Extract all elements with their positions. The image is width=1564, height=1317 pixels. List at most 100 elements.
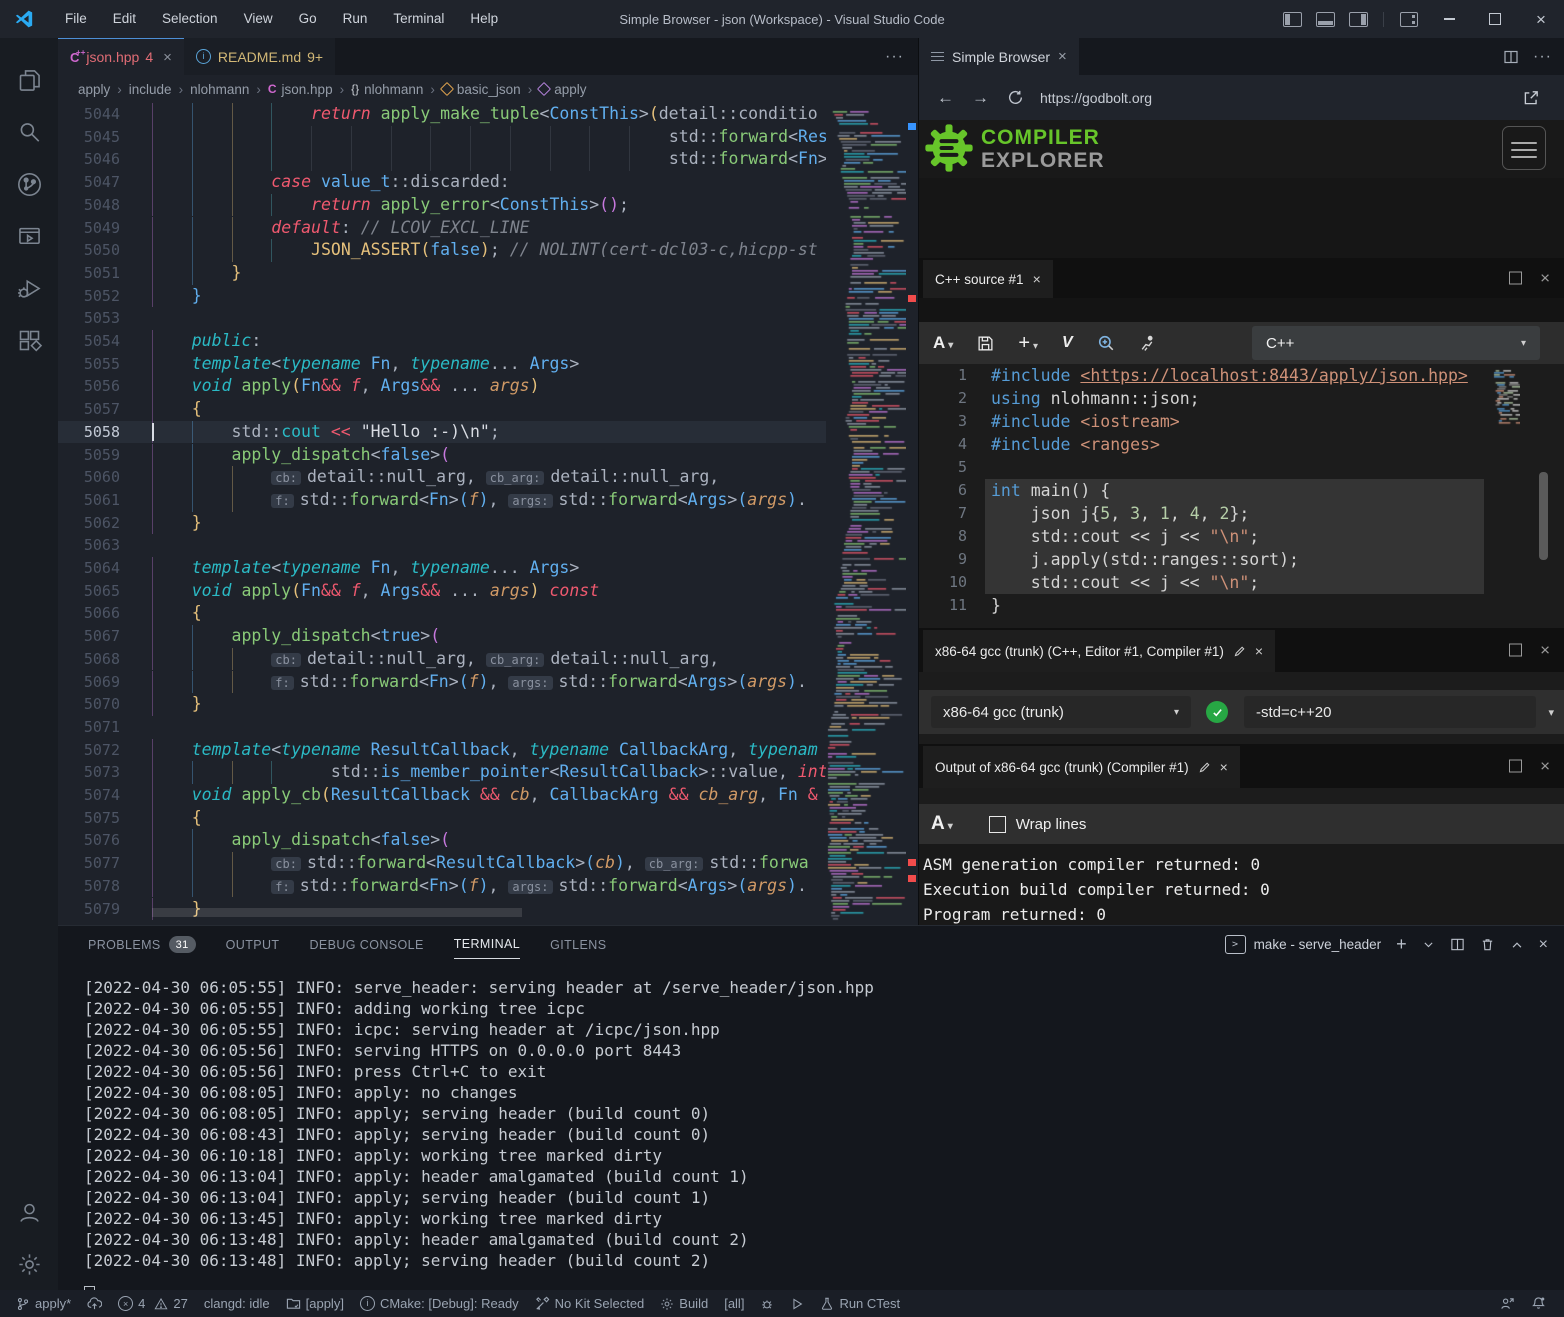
toggle-sidebar-icon[interactable] — [1283, 12, 1302, 27]
tab-simple-browser[interactable]: Simple Browser × — [919, 38, 1079, 75]
back-icon[interactable]: ← — [937, 88, 954, 108]
language-select[interactable]: C++▾ — [1252, 326, 1540, 360]
tab-close-icon[interactable]: × — [163, 49, 172, 66]
menu-terminal[interactable]: Terminal — [380, 0, 457, 38]
explorer-icon[interactable] — [5, 54, 53, 106]
toggle-secondary-sidebar-icon[interactable] — [1349, 12, 1368, 27]
breadcrumb-item-apply[interactable]: apply — [78, 82, 110, 97]
pane-tab-close-icon[interactable]: × — [1220, 759, 1228, 775]
close-pane-icon[interactable]: × — [1540, 273, 1550, 284]
code-editor[interactable]: 5044return apply_make_tuple<ConstThis>(d… — [58, 103, 918, 925]
window-minimize-button[interactable] — [1426, 0, 1472, 38]
editor-more-actions-icon[interactable]: ··· — [885, 38, 904, 75]
panel-tab-terminal[interactable]: TERMINAL — [454, 930, 520, 959]
run-debug-icon[interactable] — [5, 262, 53, 314]
git-branch-status[interactable]: apply* — [8, 1290, 79, 1317]
menu-file[interactable]: File — [52, 0, 100, 38]
forward-icon[interactable]: → — [972, 88, 989, 108]
cmake-folder-status[interactable]: [apply] — [278, 1290, 352, 1317]
panel-tab-gitlens[interactable]: GITLENS — [550, 930, 606, 959]
new-terminal-icon[interactable]: + — [1396, 934, 1407, 955]
tab-json-hpp[interactable]: C++ json.hpp 4 × — [58, 38, 184, 75]
settings-gear-icon[interactable] — [5, 1238, 53, 1290]
libraries-dropdown-icon[interactable]: ▾ — [1548, 706, 1554, 719]
menu-run[interactable]: Run — [330, 0, 381, 38]
source-control-icon[interactable] — [5, 158, 53, 210]
maximize-pane-icon[interactable] — [1509, 272, 1522, 285]
panel-tab-problems[interactable]: PROBLEMS31 — [88, 930, 196, 959]
close-pane-icon[interactable]: × — [1540, 761, 1550, 772]
launch-target-button[interactable] — [782, 1290, 812, 1317]
window-maximize-button[interactable] — [1472, 0, 1518, 38]
breadcrumb-item-basic-json[interactable]: basic_json — [442, 82, 521, 97]
menu-selection[interactable]: Selection — [149, 0, 231, 38]
terminal-instance[interactable]: > make - serve_header — [1225, 935, 1382, 954]
terminal-dropdown-icon[interactable] — [1422, 938, 1435, 951]
menu-edit[interactable]: Edit — [100, 0, 149, 38]
kit-selection[interactable]: No Kit Selected — [527, 1290, 653, 1317]
add-pane-icon[interactable]: +▾ — [1018, 332, 1038, 355]
close-panel-icon[interactable]: × — [1539, 936, 1548, 954]
menu-help[interactable]: Help — [457, 0, 511, 38]
breadcrumb-item-nlohmann[interactable]: nlohmann — [190, 82, 249, 97]
minimap[interactable] — [826, 103, 906, 923]
maximize-pane-icon[interactable] — [1509, 644, 1522, 657]
output-pane-tab[interactable]: Output of x86-64 gcc (trunk) (Compiler #… — [923, 746, 1240, 788]
save-icon[interactable] — [977, 335, 994, 352]
breadcrumb-item-apply[interactable]: apply — [539, 82, 586, 97]
account-icon[interactable] — [5, 1186, 53, 1238]
panel-tab-output[interactable]: OUTPUT — [226, 930, 280, 959]
font-size-icon[interactable]: A▾ — [931, 813, 953, 835]
pane-tab-close-icon[interactable]: × — [1255, 643, 1263, 659]
tab-readme-md[interactable]: i README.md 9+ — [184, 38, 335, 75]
build-target[interactable]: [all] — [716, 1290, 752, 1317]
cmake-status[interactable]: i CMake: [Debug]: Ready — [352, 1290, 527, 1317]
problems-status[interactable]: × 4 27 — [110, 1290, 196, 1317]
customize-layout-icon[interactable] — [1400, 12, 1418, 27]
kill-terminal-icon[interactable] — [1480, 937, 1495, 952]
compiler-select[interactable]: x86-64 gcc (trunk)▾ — [931, 696, 1191, 728]
menu-go[interactable]: Go — [286, 0, 330, 38]
hamburger-menu-icon[interactable] — [1502, 126, 1546, 170]
publish-changes-button[interactable] — [79, 1290, 110, 1317]
close-pane-icon[interactable]: × — [1540, 645, 1550, 656]
clangd-status[interactable]: clangd: idle — [196, 1290, 278, 1317]
font-size-icon[interactable]: A▾ — [933, 333, 953, 353]
breadcrumb-item-nlohmann[interactable]: {}nlohmann — [351, 82, 423, 97]
split-editor-icon[interactable] — [1503, 49, 1519, 65]
browser-more-actions-icon[interactable]: ··· — [1533, 48, 1552, 66]
breadcrumb-item-json-hpp[interactable]: Cjson.hpp — [268, 82, 333, 97]
panel-tab-debug-console[interactable]: DEBUG CONSOLE — [309, 930, 423, 959]
rename-pane-icon[interactable] — [1233, 645, 1246, 658]
reload-icon[interactable] — [1007, 89, 1024, 106]
search-icon[interactable] — [5, 106, 53, 158]
maximize-panel-icon[interactable] — [1510, 938, 1524, 952]
source-pane-tab[interactable]: C++ source #1 × — [923, 260, 1053, 298]
source-scrollbar-thumb[interactable] — [1539, 472, 1548, 560]
pane-tab-close-icon[interactable]: × — [1033, 271, 1041, 287]
feedback-button[interactable] — [1492, 1290, 1523, 1317]
notifications-button[interactable] — [1523, 1290, 1554, 1317]
source-code-editor[interactable]: 1#include <https://localhost:8443/apply/… — [919, 364, 1564, 628]
shortlink-icon[interactable] — [1139, 335, 1156, 352]
compiler-pane-tab[interactable]: x86-64 gcc (trunk) (C++, Editor #1, Comp… — [923, 630, 1275, 672]
url-input[interactable]: https://godbolt.org — [1040, 90, 1152, 106]
open-external-icon[interactable] — [1522, 89, 1540, 107]
compiler-options-input[interactable]: -std=c++20 — [1244, 696, 1536, 728]
vim-mode-icon[interactable]: V — [1062, 334, 1073, 352]
split-terminal-icon[interactable] — [1450, 937, 1465, 952]
terminal-output[interactable]: [2022-04-30 06:05:55] INFO: serve_header… — [58, 963, 1564, 1290]
debug-target-button[interactable] — [752, 1290, 782, 1317]
cmake-build-button[interactable]: Build — [652, 1290, 716, 1317]
breadcrumb-item-include[interactable]: include — [129, 82, 172, 97]
window-close-button[interactable]: × — [1518, 0, 1564, 38]
browser-preview-icon[interactable] — [5, 210, 53, 262]
wrap-lines-checkbox[interactable] — [989, 816, 1006, 833]
horizontal-scrollbar[interactable] — [58, 908, 826, 917]
toggle-panel-icon[interactable] — [1316, 12, 1335, 27]
zoom-search-icon[interactable] — [1097, 334, 1115, 352]
menu-view[interactable]: View — [231, 0, 286, 38]
tab-close-icon[interactable]: × — [1058, 48, 1067, 65]
extensions-icon[interactable] — [5, 314, 53, 366]
rename-pane-icon[interactable] — [1198, 761, 1211, 774]
